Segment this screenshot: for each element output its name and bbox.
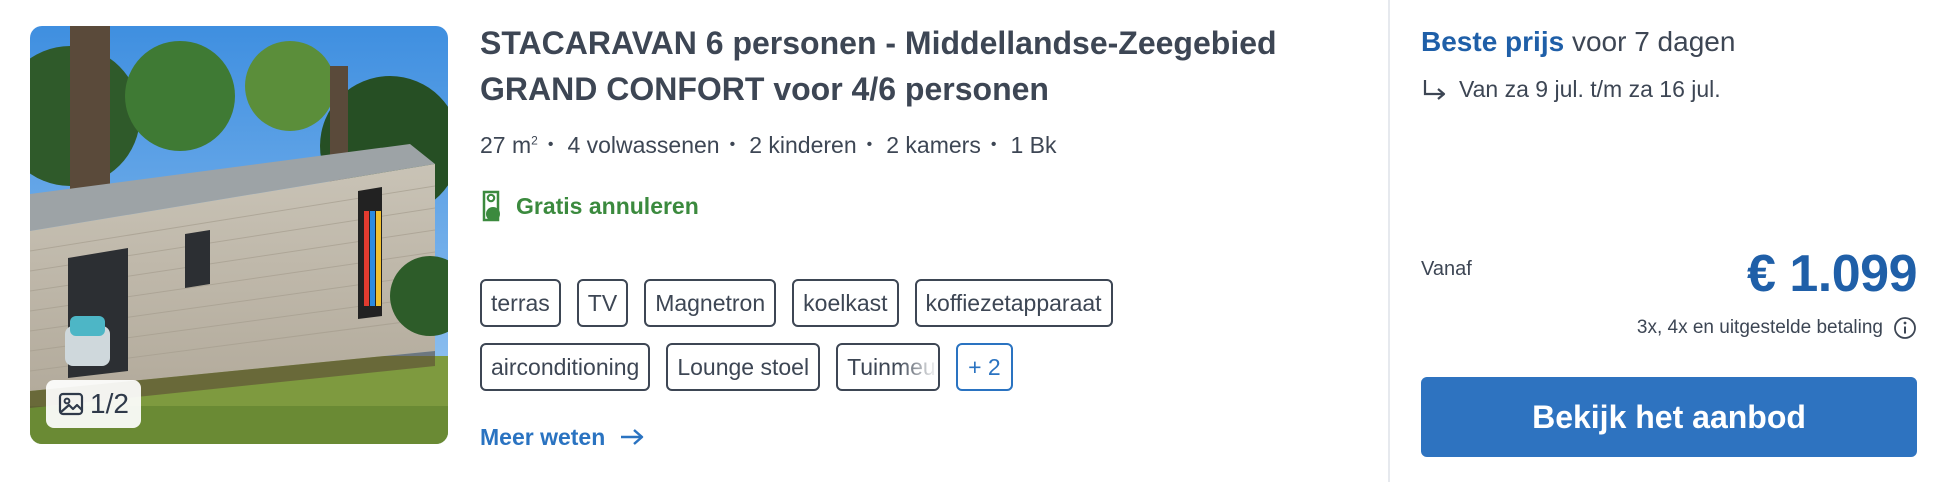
amenity-tag: airconditioning <box>480 343 651 391</box>
amenity-tag: Magnetron <box>644 279 777 327</box>
best-price-label: Beste prijs <box>1421 26 1565 57</box>
stay-dates-text: Van za 9 jul. t/m za 16 jul. <box>1459 75 1721 102</box>
duration-label: voor 7 dagen <box>1571 26 1736 57</box>
spec-children: 2 kinderen <box>749 131 857 158</box>
view-offer-button[interactable]: Bekijk het aanbod <box>1421 377 1917 457</box>
from-label: Vanaf <box>1421 258 1472 280</box>
payment-options: 3x, 4x en uitgestelde betaling <box>1637 314 1917 342</box>
amenity-tags: terras TV Magnetron koelkast koffiezetap… <box>480 279 1180 407</box>
amenity-tag: TV <box>576 279 629 327</box>
info-icon[interactable] <box>1893 316 1917 340</box>
listing-title[interactable]: STACARAVAN 6 personen - Middellandse-Zee… <box>480 20 1340 112</box>
spec-rooms: 2 kamers <box>886 131 981 158</box>
photo-counter-text: 1/2 <box>90 388 129 419</box>
spec-separator: • <box>729 136 736 153</box>
spec-area-sup: 2 <box>531 132 538 147</box>
price-value: € 1.099 <box>1747 245 1918 303</box>
listing-specs: 27 m2 • 4 volwassenen • 2 kinderen • 2 k… <box>480 128 1056 162</box>
spec-separator: • <box>547 136 554 153</box>
amenity-tag-truncated: Tuinmeubelen <box>836 343 941 391</box>
image-icon <box>58 392 84 416</box>
spec-area-value: 27 m <box>480 131 532 158</box>
spec-adults: 4 volwassenen <box>567 131 720 158</box>
spec-area: 27 m2 <box>480 132 538 159</box>
more-info-label: Meer weten <box>480 423 606 450</box>
amenity-row: terras TV Magnetron koelkast koffiezetap… <box>480 279 1180 327</box>
free-cancellation: Gratis annuleren <box>480 186 699 226</box>
spec-separator: • <box>990 136 997 153</box>
amenity-tag: koffiezetapparaat <box>914 279 1113 327</box>
payment-options-text: 3x, 4x en uitgestelde betaling <box>1636 317 1883 338</box>
more-info-link[interactable]: Meer weten <box>480 420 645 454</box>
stay-dates: Van za 9 jul. t/m za 16 jul. <box>1421 72 1721 106</box>
spec-separator: • <box>866 136 873 153</box>
spec-beds: 1 Bk <box>1010 131 1057 158</box>
photo-counter[interactable]: 1/2 <box>46 380 141 428</box>
amenity-row: airconditioning Lounge stoel Tuinmeubele… <box>480 343 1180 391</box>
amenity-tag: koelkast <box>792 279 899 327</box>
arrow-right-icon <box>621 429 644 445</box>
amenity-tag: terras <box>480 279 561 327</box>
amenity-tag: Lounge stoel <box>666 343 821 391</box>
best-price-heading: Beste prijs voor 7 dagen <box>1421 26 1735 58</box>
accommodation-card: 1/2 STACARAVAN 6 personen - Middellandse… <box>0 0 1944 482</box>
arrow-turn-down-right-icon <box>1423 80 1446 100</box>
column-divider <box>1388 0 1390 482</box>
listing-photo[interactable]: 1/2 <box>30 26 448 444</box>
more-amenities-button[interactable]: + 2 <box>956 343 1013 391</box>
free-cancellation-label: Gratis annuleren <box>516 192 699 219</box>
door-hanger-icon <box>482 190 500 222</box>
